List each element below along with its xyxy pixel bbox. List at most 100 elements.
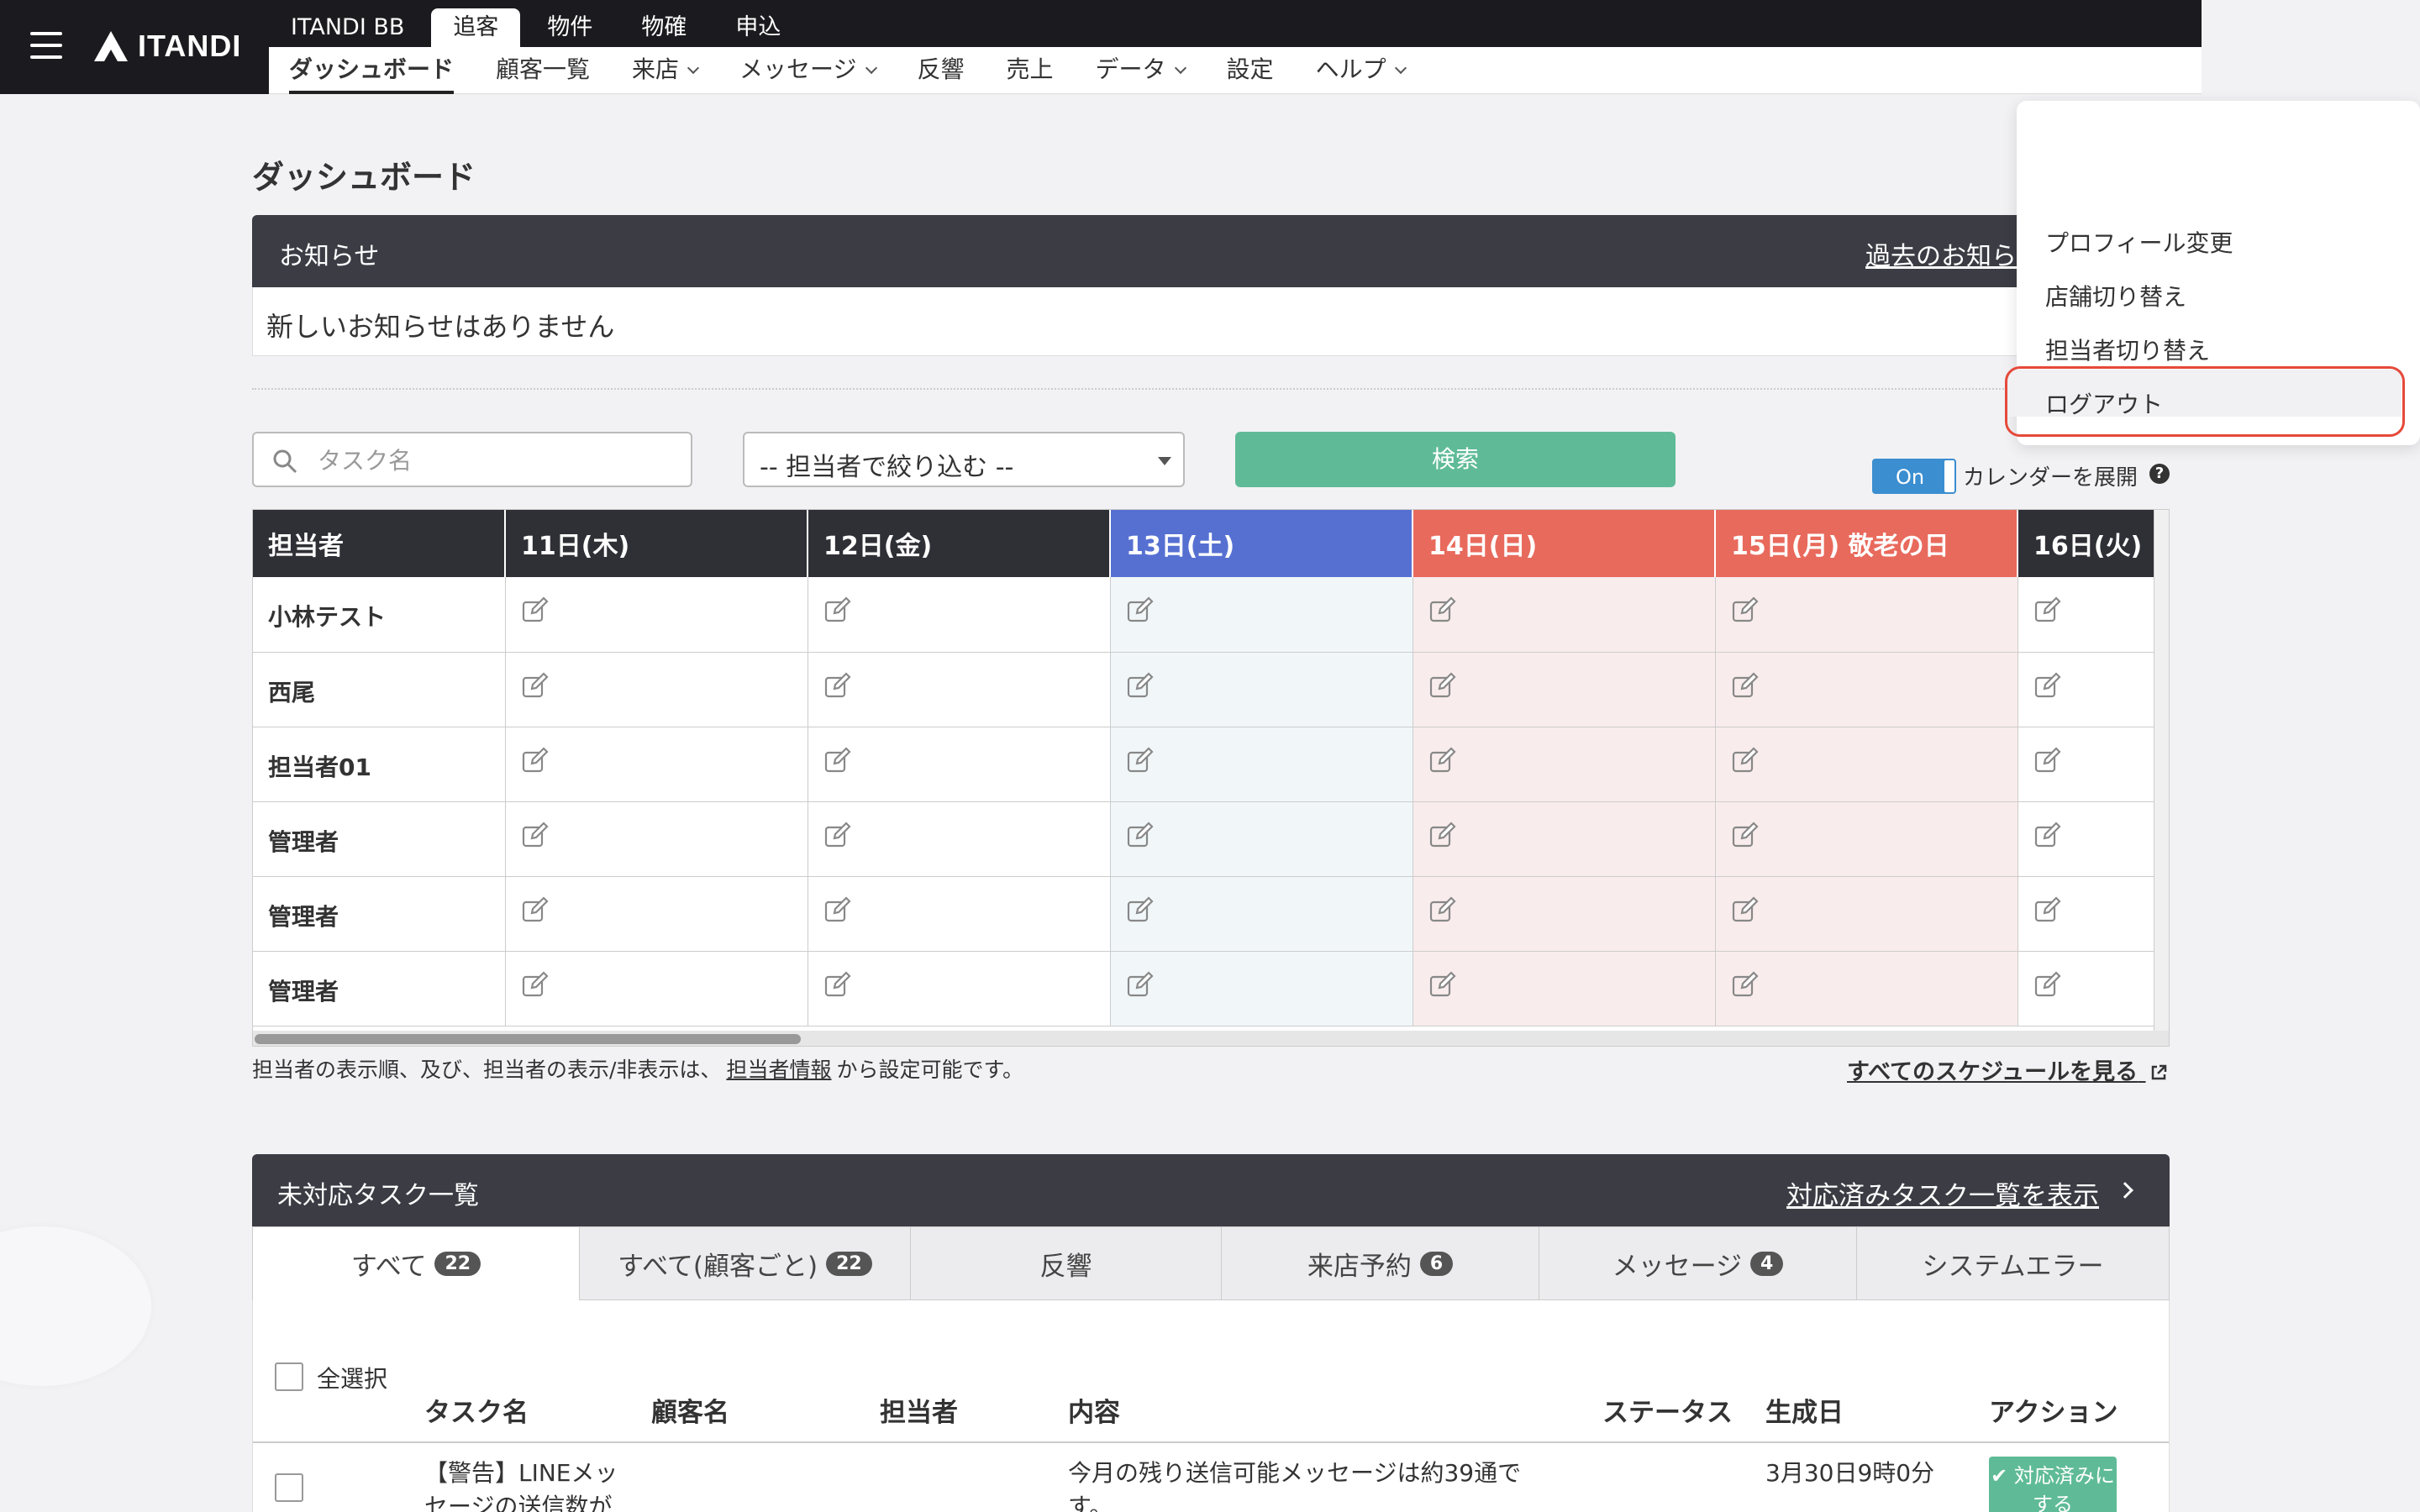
task-search-input[interactable] — [318, 442, 671, 479]
tab-tsuikyaku[interactable]: 追客 — [431, 8, 521, 47]
row-checkbox[interactable] — [275, 1473, 303, 1502]
all-schedule-link[interactable]: すべてのスケジュールを見る — [1847, 1053, 2168, 1086]
calendar-cell[interactable] — [1413, 876, 1716, 952]
calendar-cell[interactable] — [505, 951, 808, 1026]
menu-item-switch-assignee[interactable]: 担当者切り替え — [2045, 333, 2210, 366]
calendar-cell[interactable] — [1715, 652, 2018, 727]
nav-visit[interactable]: 来店 — [632, 47, 700, 94]
calendar-cell[interactable] — [2018, 652, 2155, 727]
edit-icon[interactable] — [2033, 821, 2062, 849]
calendar-cell[interactable] — [1413, 577, 1716, 653]
calendar-cell[interactable] — [1110, 577, 1413, 653]
calendar-cell[interactable] — [1715, 951, 2018, 1026]
calendar-cell[interactable] — [2018, 801, 2155, 877]
tab-itandi-bb[interactable]: ITANDI BB — [269, 8, 426, 47]
task-name-cell[interactable]: 【警告】LINEメッセージの送信数が — [424, 1457, 634, 1512]
edit-icon[interactable] — [1126, 895, 1155, 924]
edit-icon[interactable] — [1428, 970, 1457, 999]
edit-icon[interactable] — [1126, 671, 1155, 700]
edit-icon[interactable] — [521, 895, 550, 924]
edit-icon[interactable] — [1428, 895, 1457, 924]
calendar-cell[interactable] — [808, 577, 1111, 653]
done-tasks-link[interactable]: 対応済みタスク一覧を表示 — [1786, 1174, 2099, 1212]
nav-help[interactable]: ヘルプ — [1316, 47, 1407, 94]
calendar-cell[interactable] — [1413, 727, 1716, 802]
calendar-cell[interactable] — [808, 876, 1111, 952]
help-icon[interactable]: ? — [2149, 464, 2170, 484]
calendar-cell[interactable] — [2018, 727, 2155, 802]
task-tab-visit[interactable]: 来店予約 6 — [1222, 1226, 1539, 1300]
nav-sales[interactable]: 売上 — [1007, 47, 1054, 94]
calendar-cell[interactable] — [808, 951, 1111, 1026]
tab-moushikomi[interactable]: 申込 — [713, 8, 802, 47]
edit-icon[interactable] — [2033, 970, 2062, 999]
edit-icon[interactable] — [1731, 596, 1760, 624]
horizontal-scrollbar[interactable] — [253, 1031, 2169, 1046]
edit-icon[interactable] — [1428, 596, 1457, 624]
calendar-cell[interactable] — [808, 652, 1111, 727]
assignee-select[interactable]: -- 担当者で絞り込む -- — [743, 432, 1185, 487]
edit-icon[interactable] — [2033, 895, 2062, 924]
calendar-cell[interactable] — [1413, 951, 1716, 1026]
edit-icon[interactable] — [521, 821, 550, 849]
calendar-cell[interactable] — [808, 801, 1111, 877]
calendar-cell[interactable] — [1110, 652, 1413, 727]
edit-icon[interactable] — [521, 596, 550, 624]
edit-icon[interactable] — [823, 895, 852, 924]
calendar-cell[interactable] — [1715, 727, 2018, 802]
task-tab-by-customer[interactable]: すべて(顧客ごと) 22 — [580, 1226, 911, 1300]
task-tab-system-error[interactable]: システムエラー — [1857, 1226, 2170, 1300]
calendar-cell[interactable] — [505, 652, 808, 727]
calendar-cell[interactable] — [1110, 876, 1413, 952]
nav-dashboard[interactable]: ダッシュボード — [289, 47, 455, 94]
edit-icon[interactable] — [1731, 671, 1760, 700]
edit-icon[interactable] — [1126, 746, 1155, 774]
calendar-cell[interactable] — [1715, 801, 2018, 877]
task-tab-hankyo[interactable]: 反響 — [911, 1226, 1222, 1300]
edit-icon[interactable] — [1731, 746, 1760, 774]
hamburger-menu-icon[interactable] — [30, 32, 62, 59]
tab-bukkaku[interactable]: 物確 — [619, 8, 708, 47]
edit-icon[interactable] — [823, 596, 852, 624]
nav-message[interactable]: メッセージ — [739, 47, 877, 94]
edit-icon[interactable] — [521, 970, 550, 999]
nav-customers[interactable]: 顧客一覧 — [496, 47, 590, 94]
edit-icon[interactable] — [1428, 671, 1457, 700]
itandi-logo[interactable]: ITANDI — [92, 25, 241, 67]
calendar-cell[interactable] — [1413, 801, 1716, 877]
edit-icon[interactable] — [2033, 596, 2062, 624]
calendar-cell[interactable] — [2018, 876, 2155, 952]
nav-settings[interactable]: 設定 — [1227, 47, 1274, 94]
mark-done-button[interactable]: ✔ 対応済みにする — [1989, 1457, 2117, 1512]
past-notices-link[interactable]: 過去のお知ら — [1865, 235, 2017, 272]
task-tab-message[interactable]: メッセージ 4 — [1539, 1226, 1857, 1300]
calendar-cell[interactable] — [1110, 801, 1413, 877]
calendar-cell[interactable] — [1413, 652, 1716, 727]
menu-item-profile[interactable]: プロフィール変更 — [2045, 225, 2233, 259]
calendar-cell[interactable] — [1715, 577, 2018, 653]
calendar-cell[interactable] — [2018, 577, 2155, 653]
calendar-cell[interactable] — [505, 577, 808, 653]
search-button[interactable]: 検索 — [1235, 432, 1676, 487]
calendar-expand-toggle[interactable]: On — [1872, 459, 1956, 494]
edit-icon[interactable] — [521, 746, 550, 774]
tab-bukken[interactable]: 物件 — [525, 8, 614, 47]
calendar-cell[interactable] — [505, 801, 808, 877]
edit-icon[interactable] — [823, 970, 852, 999]
edit-icon[interactable] — [1428, 746, 1457, 774]
task-search-field[interactable] — [252, 432, 692, 487]
calendar-cell[interactable] — [2018, 951, 2155, 1026]
edit-icon[interactable] — [1428, 821, 1457, 849]
edit-icon[interactable] — [823, 821, 852, 849]
edit-icon[interactable] — [1731, 970, 1760, 999]
edit-icon[interactable] — [1126, 821, 1155, 849]
edit-icon[interactable] — [521, 671, 550, 700]
nav-data[interactable]: データ — [1096, 47, 1186, 94]
task-tab-all[interactable]: すべて 22 — [252, 1226, 580, 1300]
calendar-cell[interactable] — [1110, 951, 1413, 1026]
edit-icon[interactable] — [2033, 746, 2062, 774]
edit-icon[interactable] — [823, 671, 852, 700]
edit-icon[interactable] — [1731, 895, 1760, 924]
calendar-cell[interactable] — [505, 727, 808, 802]
edit-icon[interactable] — [1126, 970, 1155, 999]
